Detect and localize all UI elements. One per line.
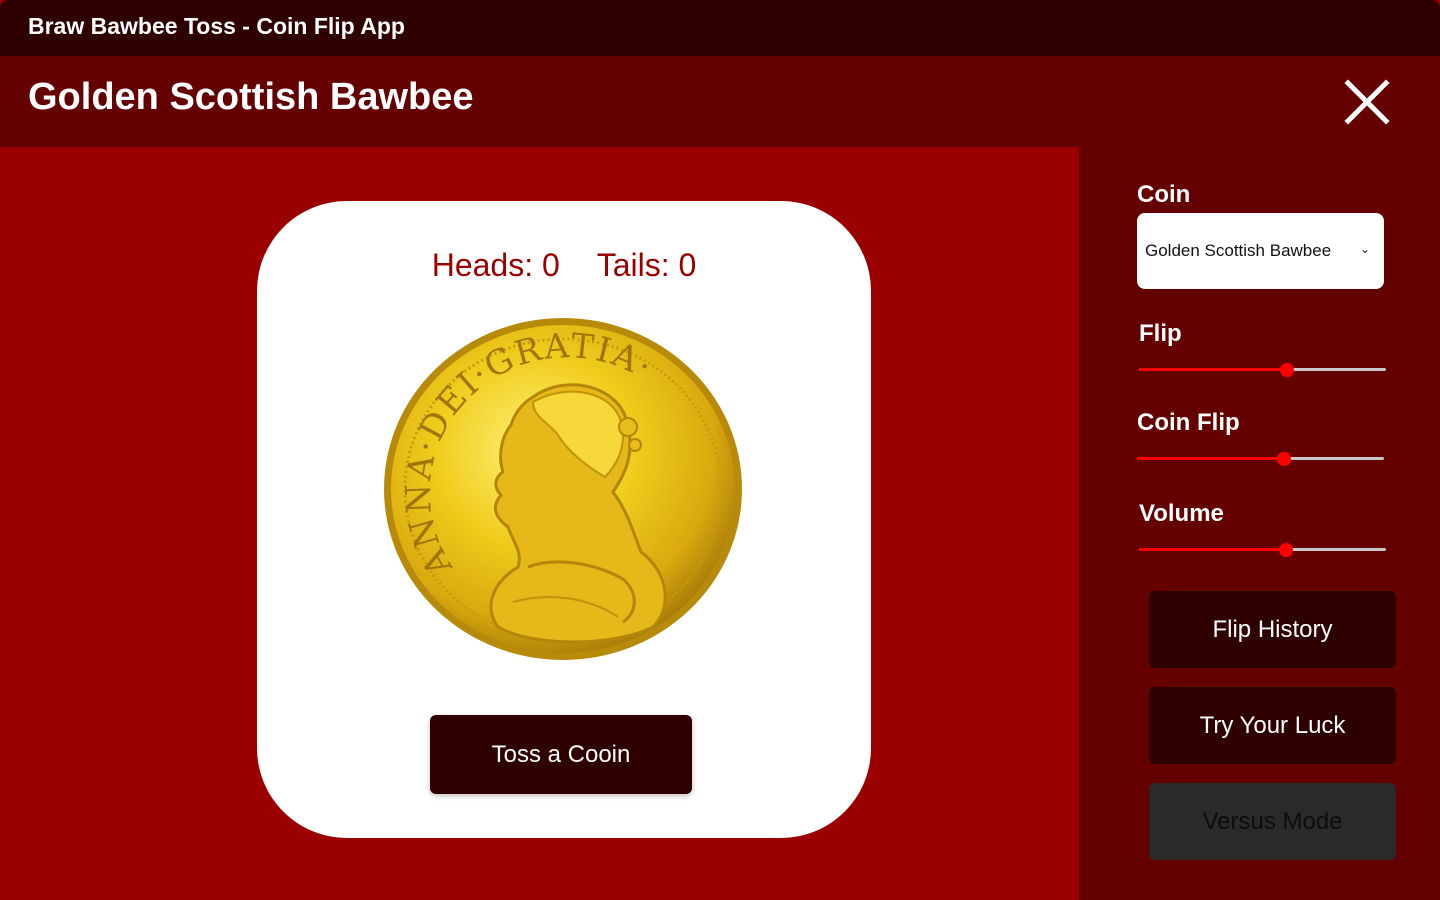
settings-sidebar: Coin Golden Scottish Bawbee ⌄ Flip Coin …	[1079, 147, 1440, 900]
slider-thumb[interactable]	[1280, 363, 1295, 377]
coin-label: Coin	[1137, 181, 1191, 208]
coin-flip-slider[interactable]	[1137, 449, 1384, 469]
volume-slider[interactable]	[1139, 540, 1386, 560]
chevron-down-icon: ⌄	[1359, 242, 1370, 256]
slider-fill	[1137, 457, 1284, 460]
slider-thumb[interactable]	[1278, 543, 1293, 557]
header-bar: Golden Scottish Bawbee	[0, 56, 1440, 147]
coin-select[interactable]: Golden Scottish Bawbee ⌄	[1137, 213, 1384, 289]
gold-coin-image[interactable]: ANNA·DEI·GRATIA·	[383, 317, 743, 661]
tails-count: Tails: 0	[596, 247, 697, 283]
page-title: Golden Scottish Bawbee	[28, 76, 474, 118]
coin-flip-label: Coin Flip	[1137, 409, 1240, 436]
heads-count: Heads: 0	[431, 247, 560, 283]
flip-slider[interactable]	[1139, 360, 1386, 380]
close-icon	[1344, 79, 1390, 125]
toss-coin-button[interactable]: Toss a Cooin	[430, 715, 692, 794]
coin-card: Heads: 0 Tails: 0 ANNA·DEI·GRATIA· Toss …	[257, 201, 871, 838]
app-title: Braw Bawbee Toss - Coin Flip App	[28, 13, 405, 39]
coin-select-value: Golden Scottish Bawbee	[1145, 241, 1332, 260]
title-bar: Braw Bawbee Toss - Coin Flip App	[0, 0, 1440, 56]
volume-label: Volume	[1139, 500, 1224, 527]
slider-fill	[1139, 548, 1286, 551]
main-panel: Heads: 0 Tails: 0 ANNA·DEI·GRATIA· Toss …	[0, 147, 1079, 900]
flip-label: Flip	[1139, 320, 1182, 347]
versus-mode-button[interactable]: Versus Mode	[1149, 783, 1396, 860]
slider-fill	[1139, 368, 1288, 371]
flip-history-button[interactable]: Flip History	[1149, 591, 1396, 668]
close-button[interactable]	[1342, 77, 1392, 127]
slider-thumb[interactable]	[1276, 452, 1291, 466]
scoreboard: Heads: 0 Tails: 0	[257, 247, 871, 284]
try-your-luck-button[interactable]: Try Your Luck	[1149, 687, 1396, 764]
